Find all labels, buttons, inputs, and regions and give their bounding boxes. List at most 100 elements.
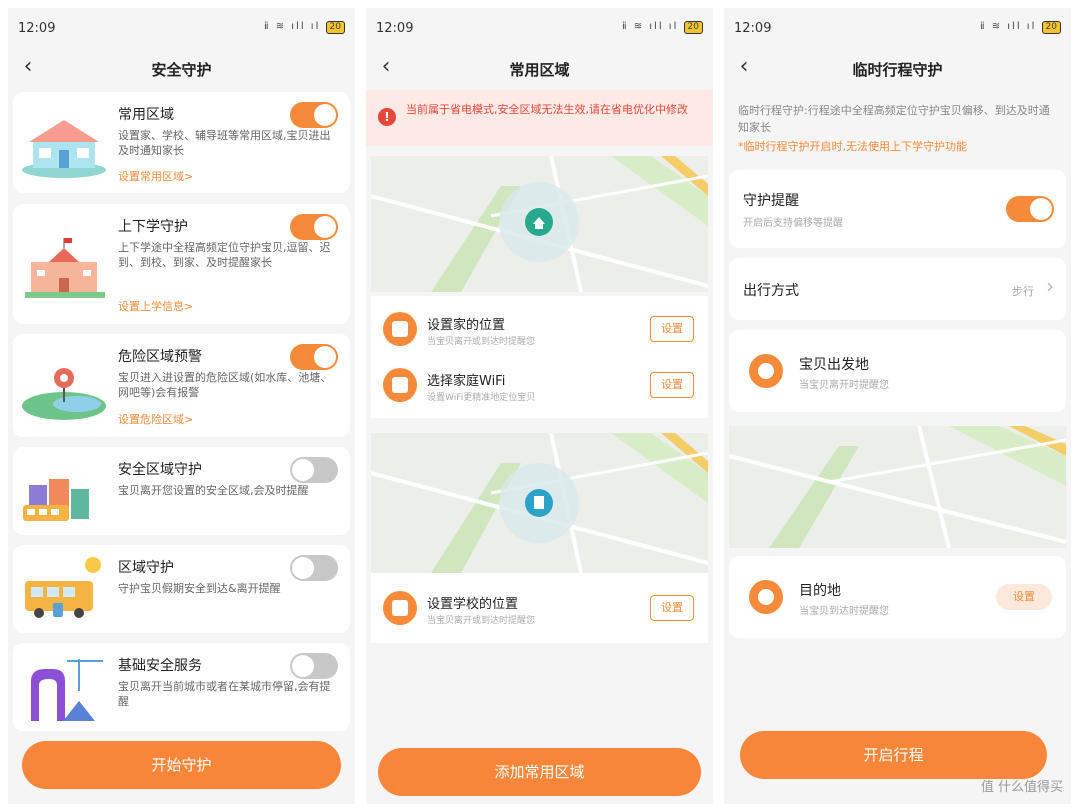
feature-desc: 宝贝进入进设置的危险区域(如水库、池塘、网吧等)会有报警 [118, 371, 332, 399]
reminder-toggle[interactable] [1006, 196, 1054, 222]
feature-card-safe-area[interactable]: 安全区域守护 宝贝离开您设置的安全区域,会及时提醒 [13, 447, 350, 535]
feature-desc: 守护宝贝假期安全到达&离开提醒 [118, 582, 281, 595]
page-title: 临时行程守护 [852, 61, 943, 79]
add-area-button[interactable]: 添加常用区域 [378, 748, 701, 796]
school-settings-card: 设置学校的位置 当宝贝离开或到达时提醒您 设置 [371, 573, 708, 643]
feature-title: 安全区域守护 [118, 462, 202, 478]
city-illustration-icon [23, 479, 89, 521]
mode-label: 出行方式 [743, 283, 799, 299]
reminder-card: 守护提醒 开启后支持偏移等提醒 [729, 170, 1066, 248]
school-map[interactable] [371, 433, 708, 573]
wifi-title: 选择家庭WiFi [427, 374, 506, 389]
feature-card-basic-safety[interactable]: 基础安全服务 宝贝离开当前城市或者在某城市停留,会有提醒 [13, 643, 350, 731]
screen-common-areas: 12:09 ⅱ ≋ ıll ıl 20 ‹ 常用区域 ! 当前属于省电模式,安全… [366, 8, 713, 804]
page-title: 常用区域 [509, 61, 570, 79]
wifi-home-icon [383, 368, 417, 402]
feature-desc: 设置家、学校、辅导班等常用区域,宝贝进出及时通知家长 [118, 129, 331, 157]
feature-card-region-guard[interactable]: 区域守护 守护宝贝假期安全到达&离开提醒 [13, 545, 350, 633]
nav-bar: ‹ 常用区域 [366, 48, 713, 88]
status-icons: ⅱ ≋ ıll ıl 20 [622, 21, 703, 34]
school-map-canvas [371, 433, 708, 573]
battery-icon: 20 [683, 21, 703, 34]
home-title: 设置家的位置 [427, 318, 506, 333]
feature-card-school-guard[interactable]: 上下学守护 上下学途中全程高频定位守护宝贝,逗留、迟到、到校、到家、及时提醒家长… [13, 204, 350, 324]
school-guard-toggle[interactable] [290, 214, 338, 240]
power-save-warning: ! 当前属于省电模式,安全区域无法生效,请在省电优化中修改 [366, 90, 713, 146]
status-bar: 12:09 ⅱ ≋ ıll ıl 20 [724, 8, 1071, 48]
status-bar: 12:09 ⅱ ≋ ıll ıl 20 [366, 8, 713, 48]
status-icons: ⅱ ≋ ıll ıl 20 [980, 21, 1061, 34]
wifi-sub: 设置WiFi更精准地定位宝贝 [427, 393, 536, 403]
nav-bar: ‹ 临时行程守护 [724, 48, 1071, 88]
status-time: 12:09 [376, 21, 414, 36]
mode-value: 步行 [1012, 285, 1034, 298]
school-sub: 当宝贝离开或到达时提醒您 [427, 616, 536, 626]
note-text: *临时行程守护开启时,无法使用上下学守护功能 [738, 140, 967, 153]
alert-icon: ! [378, 108, 396, 126]
set-destination-button[interactable]: 设置 [996, 584, 1052, 610]
intro-text: 临时行程守护:行程途中全程高频定位守护宝贝偏移、到达及时通知家长 [738, 104, 1050, 134]
region-guard-toggle[interactable] [290, 555, 338, 581]
home-map-canvas [371, 156, 708, 292]
feature-title: 区域守护 [118, 560, 174, 576]
start-place-sub: 当宝贝离开时提醒您 [799, 380, 889, 391]
trip-map-canvas [729, 426, 1066, 548]
basic-safety-toggle[interactable] [290, 653, 338, 679]
start-place-row[interactable]: 宝贝出发地 当宝贝离开时提醒您 [729, 330, 1066, 412]
reminder-sub: 开启后支持偏移等提醒 [743, 218, 843, 229]
destination-sub: 当宝贝到达时提醒您 [799, 606, 889, 617]
feature-desc: 宝贝离开当前城市或者在某城市停留,会有提醒 [118, 680, 331, 708]
signal-icon: ⅱ ≋ ıll ıl [979, 21, 1037, 32]
school-building-icon [383, 591, 417, 625]
feature-link[interactable]: 设置危险区域> [118, 411, 193, 427]
feature-desc: 上下学途中全程高频定位守护宝贝,逗留、迟到、到校、到家、及时提醒家长 [118, 241, 331, 269]
reminder-title: 守护提醒 [743, 193, 799, 209]
battery-icon: 20 [1041, 21, 1061, 34]
common-area-toggle[interactable] [290, 102, 338, 128]
feature-title: 基础安全服务 [118, 658, 202, 674]
screen-trip-guard: 12:09 ⅱ ≋ ıll ıl 20 ‹ 临时行程守护 临时行程守护:行程途中… [724, 8, 1071, 804]
screen-safety-guard: 12:09 ⅱ ≋ ıll ıl 20 ‹ 安全守护 常用区域 设置家、学校、辅… [8, 8, 355, 804]
school-illustration-icon [25, 238, 105, 298]
signal-icon: ⅱ ≋ ıll ıl [263, 21, 321, 32]
trip-map[interactable] [729, 426, 1066, 548]
house-illustration-icon [22, 120, 106, 178]
signal-icon: ⅱ ≋ ıll ıl [621, 21, 679, 32]
feature-title: 常用区域 [118, 107, 174, 123]
travel-mode-row[interactable]: 出行方式 步行 › [729, 258, 1066, 320]
bus-illustration-icon [25, 557, 101, 618]
page-title: 安全守护 [151, 61, 212, 79]
feature-title: 危险区域预警 [118, 349, 202, 365]
home-map[interactable] [371, 156, 708, 292]
destination-row[interactable]: 目的地 当宝贝到达时提醒您 设置 [729, 556, 1066, 638]
school-title: 设置学校的位置 [427, 597, 519, 612]
home-settings-card: 设置家的位置 当宝贝离开或到达时提醒您 设置 选择家庭WiFi 设置WiFi更精… [371, 296, 708, 418]
safe-area-toggle[interactable] [290, 457, 338, 483]
feature-card-common-area[interactable]: 常用区域 设置家、学校、辅导班等常用区域,宝贝进出及时通知家长 设置常用区域> [13, 92, 350, 193]
status-bar: 12:09 ⅱ ≋ ıll ıl 20 [8, 8, 355, 48]
watermark-text: 值 什么值得买 [980, 780, 1063, 795]
feature-link[interactable]: 设置上学信息> [118, 298, 193, 314]
set-wifi-button[interactable]: 设置 [650, 372, 694, 398]
danger-area-toggle[interactable] [290, 344, 338, 370]
feature-title: 上下学守护 [118, 219, 188, 235]
set-school-button[interactable]: 设置 [650, 595, 694, 621]
chevron-right-icon: › [1046, 274, 1054, 298]
nav-bar: ‹ 安全守护 [8, 48, 355, 88]
start-guard-button[interactable]: 开始守护 [22, 741, 341, 789]
feature-desc: 宝贝离开您设置的安全区域,会及时提醒 [118, 484, 309, 497]
battery-icon: 20 [325, 21, 345, 34]
location-pin-icon [749, 580, 783, 614]
feature-card-danger-area[interactable]: 危险区域预警 宝贝进入进设置的危险区域(如水库、池塘、网吧等)会有报警 设置危险… [13, 334, 350, 437]
set-home-button[interactable]: 设置 [650, 316, 694, 342]
start-trip-button[interactable]: 开启行程 [740, 731, 1047, 779]
warning-text: 当前属于省电模式,安全区域无法生效,请在省电优化中修改 [406, 103, 688, 116]
landmark-illustration-icon [31, 659, 103, 721]
home-sub: 当宝贝离开或到达时提醒您 [427, 337, 536, 347]
feature-link[interactable]: 设置常用区域> [118, 168, 193, 184]
destination-title: 目的地 [799, 583, 841, 599]
status-time: 12:09 [734, 21, 772, 36]
danger-area-illustration-icon [22, 368, 106, 420]
start-place-title: 宝贝出发地 [799, 357, 869, 373]
location-pin-icon [749, 354, 783, 388]
